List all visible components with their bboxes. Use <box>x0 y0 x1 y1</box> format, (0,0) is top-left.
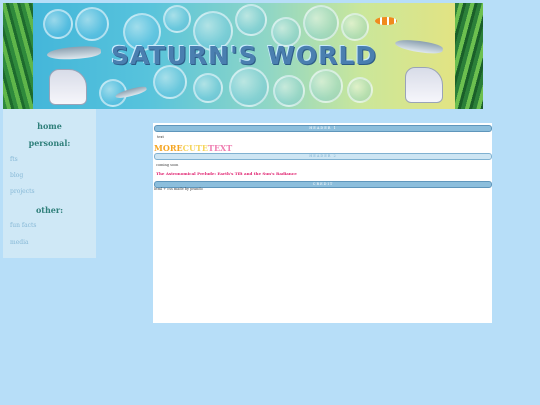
bubble-decoration <box>273 75 305 107</box>
section-header-2: HEADER 2 <box>154 153 492 160</box>
site-title: SATURN'S WORLD <box>111 41 378 70</box>
plant-decoration <box>3 3 33 109</box>
bubble-decoration <box>235 4 267 36</box>
header-banner: SATURN'S WORLD <box>3 3 483 109</box>
fish-icon <box>394 37 444 56</box>
sneaker-icon <box>405 67 443 103</box>
blog-post-link[interactable]: The Astronomical Prelude: Earth's Tilt a… <box>156 171 297 176</box>
bubble-decoration <box>153 65 187 99</box>
sidebar-item-home[interactable]: home <box>3 121 96 131</box>
sidebar-item-blog[interactable]: blog <box>3 172 23 179</box>
sidebar-heading-personal: personal: <box>28 138 71 148</box>
sneaker-icon <box>49 69 87 105</box>
rainbow-word-cute: CUTE <box>182 143 208 153</box>
sidebar-item-fts[interactable]: fts <box>3 156 18 163</box>
sidebar-item-projects[interactable]: projects <box>3 188 35 195</box>
section-2-text: coming soon <box>156 163 179 167</box>
section-1-text: text <box>157 135 164 139</box>
credit-text: html + css made by prando <box>154 187 203 191</box>
bubble-decoration <box>163 5 191 33</box>
fish-icon <box>46 45 102 61</box>
credit-header: CREDIT <box>154 181 492 188</box>
bubble-decoration <box>43 9 73 39</box>
bubble-decoration <box>75 7 109 41</box>
plant-decoration <box>455 3 483 109</box>
sidebar-heading-other: other: <box>35 205 64 215</box>
bubble-decoration <box>303 5 339 41</box>
rainbow-text: MORECUTETEXT <box>154 143 232 153</box>
sidebar-item-media[interactable]: media <box>3 239 29 246</box>
bubble-decoration <box>309 69 343 103</box>
clownfish-icon <box>375 17 397 25</box>
bubble-decoration <box>229 67 269 107</box>
sidebar-item-fun-facts[interactable]: fun facts <box>3 222 37 229</box>
bubble-decoration <box>193 73 223 103</box>
bubble-decoration <box>347 77 373 103</box>
bubble-decoration <box>341 13 369 41</box>
section-header-1: HEADER 1 <box>154 125 492 132</box>
rainbow-word-more: MORE <box>154 143 183 153</box>
main-content: HEADER 1 text MORECUTETEXT HEADER 2 comi… <box>153 123 492 323</box>
sidebar-nav: home personal: fts blog projects other: … <box>3 109 96 258</box>
rainbow-word-text: TEXT <box>207 143 233 153</box>
